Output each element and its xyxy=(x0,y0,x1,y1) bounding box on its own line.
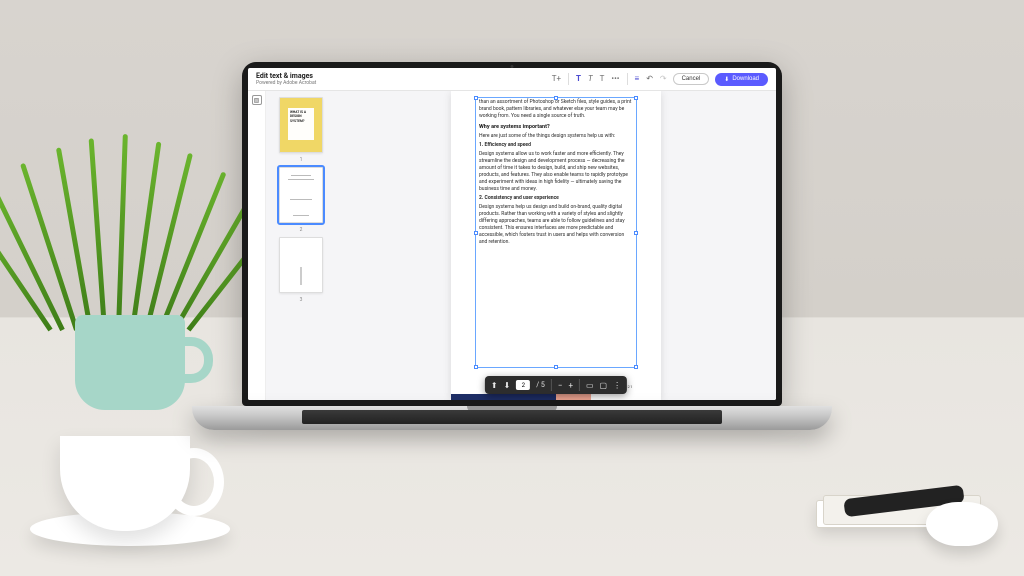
fit-page-icon[interactable]: ▢ xyxy=(600,381,608,390)
viewer-toolbar: ⬆ ⬇ 2 / 5 − + ▭ ▢ ⋮ xyxy=(485,376,627,394)
nav-up-icon[interactable]: ⬆ xyxy=(491,381,498,390)
thumbnail-number: 3 xyxy=(300,297,303,303)
laptop: Edit text & images Powered by Adobe Acro… xyxy=(242,62,782,430)
redo-icon[interactable]: ↷ xyxy=(660,75,667,83)
add-text-icon[interactable]: T+ xyxy=(552,75,561,83)
thumbnail-number: 2 xyxy=(300,227,303,233)
mouse-decor xyxy=(926,502,998,546)
page-total: / 5 xyxy=(536,381,545,389)
zoom-out-icon[interactable]: − xyxy=(558,381,563,390)
italic-icon[interactable]: T xyxy=(588,75,593,83)
left-toolbar: ▧ xyxy=(248,91,266,400)
more-icon[interactable]: ••• xyxy=(611,75,619,83)
zoom-in-icon[interactable]: + xyxy=(568,381,573,390)
download-button[interactable]: ⬇ Download xyxy=(715,73,768,86)
cancel-button[interactable]: Cancel xyxy=(673,73,710,85)
plant-decor xyxy=(40,150,210,410)
page-subtitle: Powered by Adobe Acrobat xyxy=(256,80,316,86)
thumbnail-number: 1 xyxy=(300,157,303,163)
thumbnail-page-1[interactable]: WHAT IS A DESIGN SYSTEM? xyxy=(279,97,323,153)
more-viewer-icon[interactable]: ⋮ xyxy=(613,381,621,390)
thumbnail-page-3[interactable] xyxy=(279,237,323,293)
undo-icon[interactable]: ↶ xyxy=(646,75,653,83)
format-toolbar: T+ T T T ••• ≡ ↶ ↷ xyxy=(552,73,667,85)
align-icon[interactable]: ≡ xyxy=(635,75,640,83)
thumbnail-panel: WHAT IS A DESIGN SYSTEM? 1 2 xyxy=(266,91,336,400)
selection-frame[interactable] xyxy=(475,97,637,368)
download-icon: ⬇ xyxy=(724,76,729,83)
fit-width-icon[interactable]: ▭ xyxy=(586,381,594,390)
text-style-icon[interactable]: T xyxy=(576,75,581,83)
document-viewport[interactable]: than an assortment of Photoshop or Sketc… xyxy=(336,91,776,400)
nav-down-icon[interactable]: ⬇ xyxy=(504,381,511,390)
next-page-peek xyxy=(451,394,661,400)
thumbnail-page-2[interactable] xyxy=(279,167,323,223)
app-header: Edit text & images Powered by Adobe Acro… xyxy=(248,68,776,91)
text-effects-icon[interactable]: T xyxy=(600,75,605,83)
document-page[interactable]: than an assortment of Photoshop or Sketc… xyxy=(451,91,661,400)
page-title: Edit text & images xyxy=(256,72,316,80)
page-input[interactable]: 2 xyxy=(516,380,530,390)
panel-toggle-icon[interactable]: ▧ xyxy=(252,95,262,105)
